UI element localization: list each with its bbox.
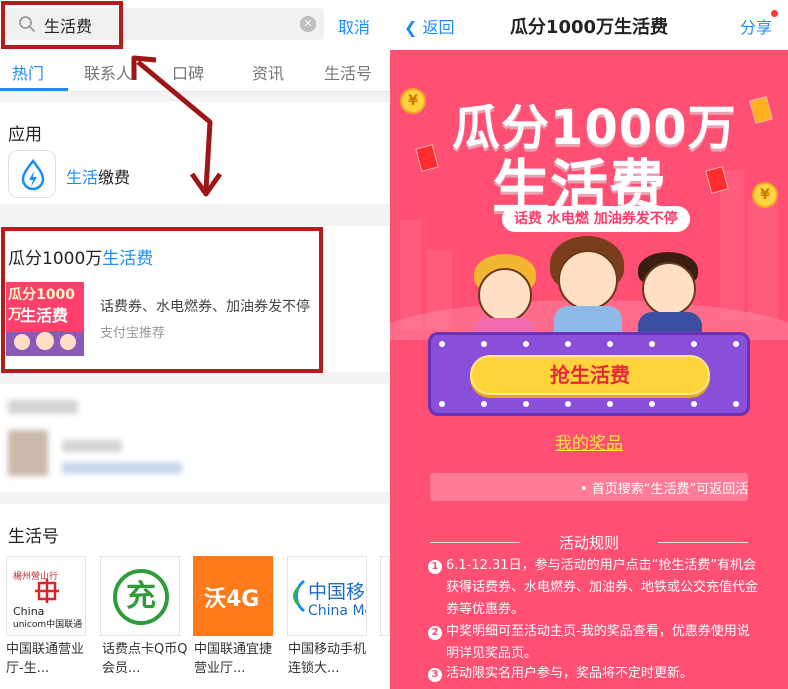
girl-left-face xyxy=(478,268,532,322)
blurred-result[interactable] xyxy=(0,384,390,492)
scrolling-notice: • 首页搜索“生活费”可返回活 xyxy=(430,473,748,501)
promo-page-screen: ❮ 返回 瓜分1000万生活费 分享 瓜分1000万 生活费 话费 水电燃 加油… xyxy=(390,0,788,689)
cmcc-logo-icon xyxy=(293,579,306,613)
blurred-thumbnail xyxy=(8,430,48,476)
life-account-card-partial[interactable] xyxy=(380,556,390,636)
hero-banner: 瓜分1000万 生活费 话费 水电燃 加油券发不停 ¥ ¥ xyxy=(390,50,788,340)
cmcc-logo-line1: 中国移 xyxy=(308,581,366,603)
nav-bar: ❮ 返回 瓜分1000万生活费 分享 xyxy=(390,0,788,50)
recharge-logo: 充 xyxy=(113,569,169,625)
girl-center-face xyxy=(558,250,618,310)
stage-light xyxy=(565,401,571,407)
rule-number-3: 3 xyxy=(428,668,442,682)
rule-number-1: 1 xyxy=(428,560,442,574)
stage-light xyxy=(691,341,697,347)
unicom-knot-icon xyxy=(35,579,59,603)
life-account-label-2: 话费点卡Q币Q会员... xyxy=(102,642,188,676)
blurred-title xyxy=(8,400,78,414)
unicom-logo-line2: unicom中国联通 xyxy=(13,620,83,630)
life-account-card-recharge[interactable]: 充 xyxy=(100,556,180,636)
blurred-line2 xyxy=(62,462,182,474)
tab-hot[interactable]: 热门 xyxy=(12,60,44,84)
stage-light xyxy=(691,401,697,407)
annotation-arrow xyxy=(131,55,223,197)
rules-divider-right xyxy=(658,542,748,543)
apps-section-title: 应用 xyxy=(8,125,42,145)
life-account-card-wo4g[interactable]: 沃4G xyxy=(193,556,273,636)
page-title: 瓜分1000万生活费 xyxy=(509,17,669,38)
stage-light xyxy=(523,341,529,347)
life-account-label-4: 中国移动手机连锁大... xyxy=(288,642,367,676)
grab-living-expense-button[interactable]: 抢生活费 xyxy=(470,355,710,395)
coin-icon: ¥ xyxy=(752,182,778,208)
coin-icon: ¥ xyxy=(400,88,426,114)
stage-light xyxy=(607,401,613,407)
stage-light xyxy=(481,341,487,347)
boy-right-face xyxy=(642,262,696,316)
life-accounts-title: 生活号 xyxy=(8,527,59,547)
stage-light xyxy=(607,341,613,347)
stage-light xyxy=(439,401,445,407)
share-button[interactable]: 分享 xyxy=(740,14,772,38)
tab-news[interactable]: 资讯 xyxy=(252,60,284,84)
wo4g-logo: 沃4G xyxy=(204,587,260,612)
cancel-button[interactable]: 取消 xyxy=(338,14,370,38)
clear-icon[interactable]: ✕ xyxy=(300,16,316,32)
stage-light xyxy=(523,401,529,407)
my-prizes-link[interactable]: 我的奖品 xyxy=(390,429,788,454)
active-tab-indicator xyxy=(0,88,68,91)
rule-text-3: 活动限实名用户参与，奖品将不定时更新。 xyxy=(446,666,694,681)
stage-light xyxy=(439,341,445,347)
tab-life-accounts[interactable]: 生活号 xyxy=(324,60,372,84)
notification-dot xyxy=(771,10,778,17)
search-results-screen: 生活费 ✕ 取消 热门 联系人 口碑 资讯 生活号 应用 生活缴费 瓜分1000… xyxy=(0,0,390,689)
rule-text-2: 中奖明细可至活动主页-我的奖品查看，优惠券使用说明详见奖品页。 xyxy=(446,624,750,661)
hero-tagline: 话费 水电燃 加油券发不停 xyxy=(502,206,690,232)
stage-light xyxy=(649,401,655,407)
app-name-highlight: 生活 xyxy=(66,168,99,187)
rule-number-2: 2 xyxy=(428,626,442,640)
blurred-line1 xyxy=(62,440,122,452)
life-account-label-3: 中国联通宜捷营业厅... xyxy=(194,642,273,676)
life-account-card-unicom[interactable]: 楊州營山行 China unicom中国联通 xyxy=(6,556,86,636)
stage-light xyxy=(733,401,739,407)
stage-light xyxy=(481,401,487,407)
stage-light xyxy=(733,341,739,347)
life-account-card-cmcc[interactable]: 中国移 China Mo xyxy=(287,556,367,636)
rule-text-1: 6.1-12.31日，参与活动的用户点击“抢生活费”有机会获得话费券、水电燃券、… xyxy=(446,558,759,617)
water-drop-icon xyxy=(8,150,56,198)
cmcc-logo-line2: China Mo xyxy=(308,603,367,619)
annotation-box-search xyxy=(1,1,123,49)
stage-light xyxy=(565,341,571,347)
scrolling-notice-text: • 首页搜索“生活费”可返回活 xyxy=(580,482,748,497)
stage-light xyxy=(649,341,655,347)
life-account-label-1: 中国联通营业厅-生... xyxy=(6,642,85,676)
annotation-box-promo xyxy=(1,227,323,373)
